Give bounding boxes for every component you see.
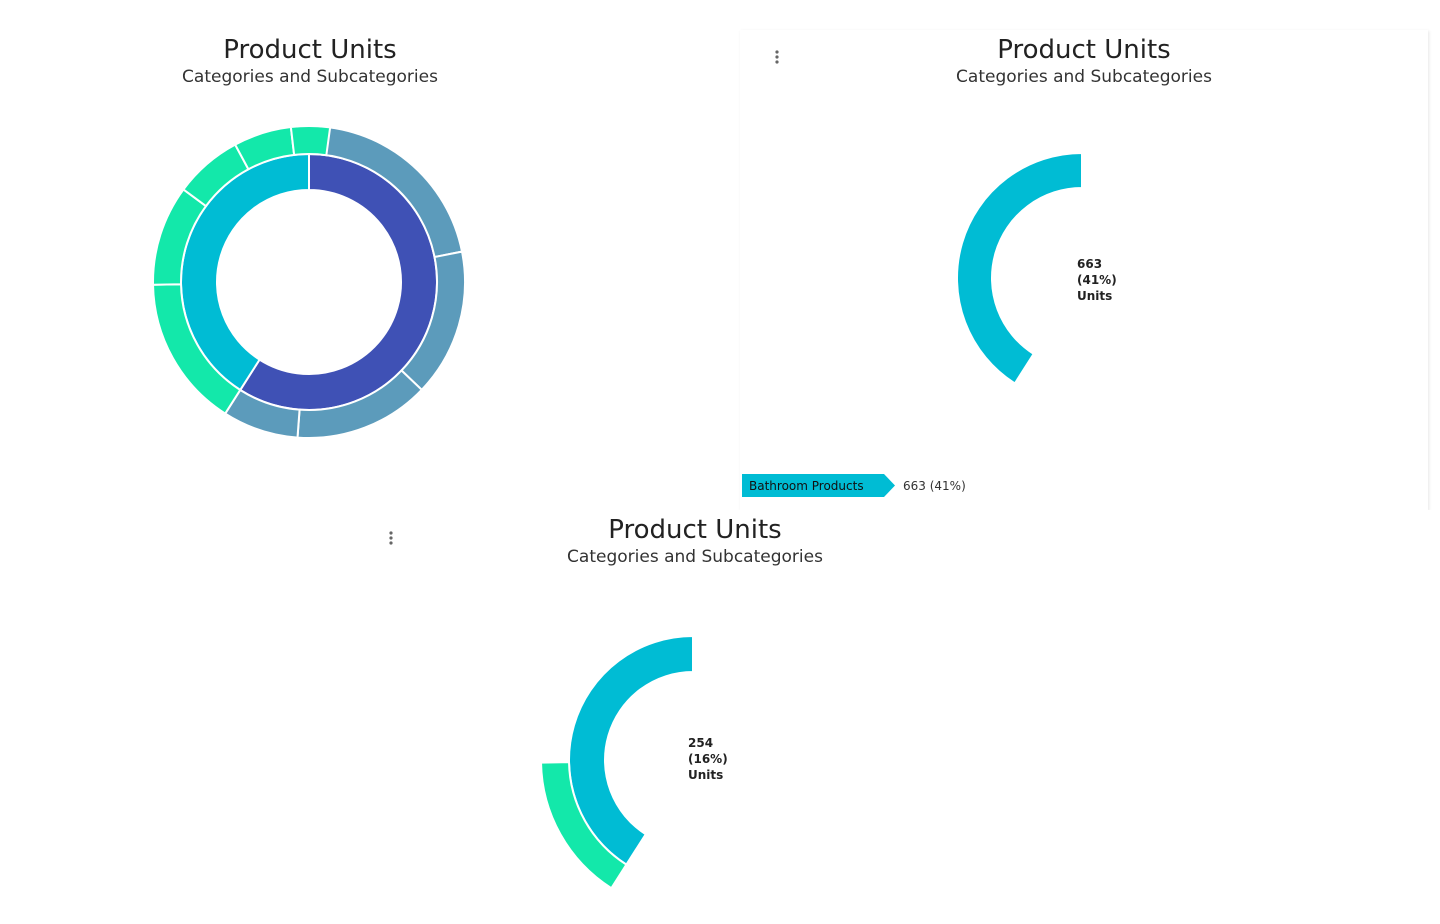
chart-subtitle: Categories and Subcategories bbox=[567, 547, 823, 567]
breadcrumb-label: Bathroom Products bbox=[749, 479, 864, 493]
kebab-menu-icon[interactable] bbox=[385, 530, 397, 546]
chart-title: Product Units bbox=[223, 35, 396, 65]
center-value: 254 bbox=[688, 736, 713, 750]
chart-subtitle: Categories and Subcategories bbox=[182, 67, 438, 87]
chart-subtitle: Categories and Subcategories bbox=[956, 67, 1212, 87]
sunburst-slices[interactable] bbox=[956, 151, 1083, 385]
chart-panel-full: Product Units Categories and Subcategori… bbox=[0, 0, 740, 510]
chart-title: Product Units bbox=[997, 35, 1170, 65]
sunburst-chart: Product Units Categories and Subcategori… bbox=[385, 515, 823, 890]
center-unit: Units bbox=[688, 768, 723, 782]
center-value: 663 bbox=[1077, 257, 1102, 271]
category-slice[interactable] bbox=[956, 151, 1083, 385]
center-percent: (16%) bbox=[688, 752, 728, 766]
sunburst-chart: Product Units Categories and Subcategori… bbox=[771, 35, 1212, 385]
chart-title: Product Units bbox=[608, 515, 781, 545]
sunburst-chart: Product Units Categories and Subcategori… bbox=[152, 35, 466, 439]
chart-panel-drilldown: Product Units Categories and Subcategori… bbox=[740, 30, 1428, 510]
sunburst-slices[interactable] bbox=[152, 124, 466, 439]
sunburst-slices[interactable] bbox=[540, 634, 694, 890]
center-percent: (41%) bbox=[1077, 273, 1117, 287]
kebab-menu-icon[interactable] bbox=[771, 49, 783, 65]
subcategory-slice[interactable] bbox=[289, 125, 332, 157]
breadcrumb-value: 663 (41%) bbox=[903, 479, 966, 493]
chart-panel-subcategory: Product Units Categories and Subcategori… bbox=[0, 510, 1440, 924]
center-unit: Units bbox=[1077, 289, 1112, 303]
